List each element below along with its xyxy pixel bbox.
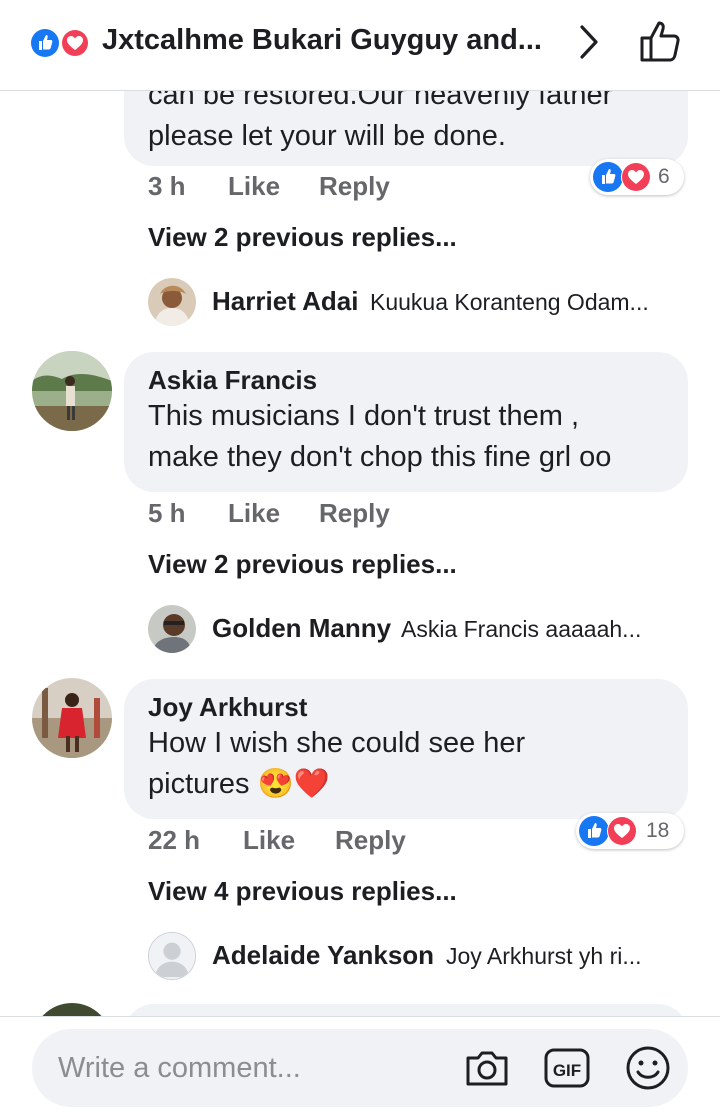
reply-snippet: Joy Arkhurst yh ri... — [446, 943, 642, 969]
view-previous-replies[interactable]: View 4 previous replies... — [148, 876, 457, 907]
avatar[interactable] — [148, 932, 196, 980]
reply-snippet: Kuukua Koranteng Odam... — [370, 289, 649, 315]
comment-time: 22 h — [148, 825, 201, 855]
comment-bubble[interactable]: Askia Francis This musicians I don't tru… — [124, 352, 688, 492]
like-button[interactable]: Like — [228, 171, 280, 202]
like-love-reactions-icon — [31, 29, 89, 57]
comment-text-line: can be restored.Our heavenly father — [148, 91, 613, 111]
post-title[interactable]: Jxtcalhme Bukari Guyguy and... — [102, 24, 542, 57]
comment-author[interactable]: Joy Arkhurst — [148, 691, 664, 723]
reply-button[interactable]: Reply — [319, 171, 390, 202]
header-bar: Jxtcalhme Bukari Guyguy and... — [0, 0, 720, 91]
comment-bubble[interactable]: Joy Arkhurst How I wish she could see he… — [124, 679, 688, 819]
reply-preview[interactable]: Golden Manny Askia Francis aaaaah... — [148, 605, 688, 655]
chevron-right-icon[interactable] — [574, 22, 604, 62]
reply-preview[interactable]: Adelaide Yankson Joy Arkhurst yh ri... — [148, 932, 688, 982]
comment-text-line: pictures 😍❤️ — [148, 768, 330, 800]
svg-text:GIF: GIF — [553, 1061, 581, 1080]
comment-bubble[interactable]: can be restored.Our heavenly father plea… — [124, 91, 688, 166]
comment-text-line: This musicians I don't trust them , — [148, 400, 580, 432]
reply-preview[interactable]: Harriet Adai Kuukua Koranteng Odam... — [148, 278, 688, 328]
comment-author[interactable]: Askia Francis — [148, 364, 664, 396]
emoji-icon[interactable] — [623, 1043, 673, 1093]
avatar[interactable] — [148, 278, 196, 326]
default-profile-icon — [149, 933, 195, 979]
comment-composer: GIF — [0, 1016, 720, 1112]
comment-text-line: make they don't chop this fine grl oo — [148, 441, 612, 473]
reply-author[interactable]: Harriet Adai — [212, 286, 358, 317]
comment-bubble[interactable] — [124, 1004, 688, 1016]
reply-author[interactable]: Golden Manny — [212, 613, 391, 644]
reply-button[interactable]: Reply — [319, 498, 390, 529]
comment-text-line: How I wish she could see her — [148, 727, 526, 759]
comments-list[interactable]: can be restored.Our heavenly father plea… — [0, 91, 720, 1016]
avatar[interactable] — [148, 605, 196, 653]
comment-input-wrapper[interactable]: GIF — [32, 1029, 688, 1107]
reaction-count: 6 — [658, 165, 670, 188]
view-previous-replies[interactable]: View 2 previous replies... — [148, 549, 457, 580]
like-love-reactions-icon — [593, 162, 651, 192]
reaction-badge[interactable]: 18 — [576, 813, 684, 849]
reaction-count: 18 — [646, 819, 670, 842]
comment-time: 3 h — [148, 171, 186, 201]
comment-time: 5 h — [148, 498, 186, 528]
avatar[interactable] — [32, 1003, 112, 1016]
avatar[interactable] — [32, 678, 112, 758]
gif-icon[interactable]: GIF — [542, 1043, 592, 1093]
comment-input[interactable] — [56, 1047, 460, 1089]
like-button[interactable]: Like — [243, 825, 295, 856]
reaction-badge[interactable]: 6 — [590, 159, 684, 195]
comment-text-line: please let your will be done. — [148, 120, 506, 152]
like-love-reactions-icon — [579, 816, 637, 846]
reply-snippet: Askia Francis aaaaah... — [401, 616, 642, 642]
camera-icon[interactable] — [462, 1043, 512, 1093]
like-button[interactable]: Like — [228, 498, 280, 529]
avatar[interactable] — [32, 351, 112, 431]
view-previous-replies[interactable]: View 2 previous replies... — [148, 222, 457, 253]
reply-button[interactable]: Reply — [335, 825, 406, 856]
reply-author[interactable]: Adelaide Yankson — [212, 940, 434, 971]
thumbs-up-icon[interactable] — [636, 16, 686, 66]
